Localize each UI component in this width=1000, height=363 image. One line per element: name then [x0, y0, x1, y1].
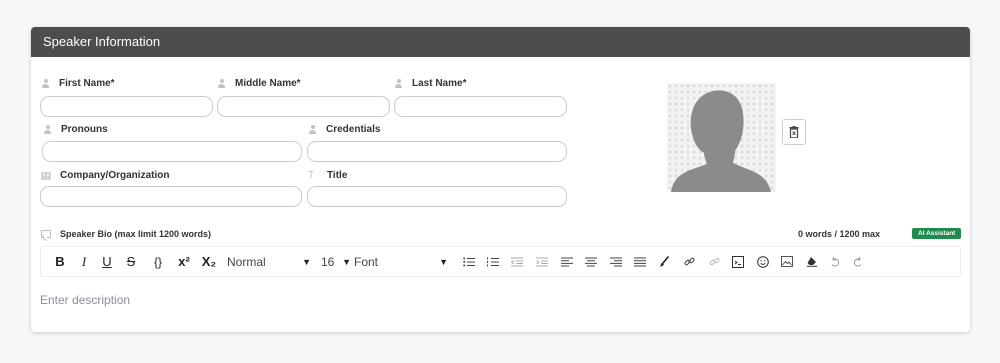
- image-icon: [781, 256, 793, 267]
- building-icon: [41, 171, 51, 180]
- first-name-label: First Name*: [41, 78, 115, 89]
- eraser-icon: [807, 257, 817, 267]
- numbered-list-icon: [487, 257, 499, 266]
- bullet-list-icon: [463, 257, 475, 266]
- brush-icon: [659, 256, 669, 267]
- card-header: Speaker Information: [31, 27, 970, 57]
- trash-icon: [789, 126, 799, 138]
- company-label: Company/Organization: [41, 170, 169, 181]
- caret-down-icon: ▼: [439, 256, 448, 267]
- person-icon: [217, 78, 226, 89]
- undo-button[interactable]: [828, 247, 842, 276]
- pronouns-input[interactable]: [42, 141, 302, 162]
- card-title: Speaker Information: [43, 34, 161, 49]
- chat-bubble-icon: [41, 230, 51, 238]
- align-right-button[interactable]: [609, 247, 623, 276]
- avatar-silhouette-icon: [671, 90, 771, 192]
- unlink-icon: [709, 257, 719, 266]
- title-input[interactable]: [307, 186, 567, 207]
- underline-button[interactable]: U: [101, 247, 113, 276]
- align-center-button[interactable]: [584, 247, 598, 276]
- italic-button[interactable]: I: [78, 247, 90, 276]
- subscript-button[interactable]: X₂: [200, 247, 218, 276]
- bio-editor[interactable]: Enter description: [40, 293, 130, 307]
- ai-assistant-button[interactable]: AI Assistant: [912, 228, 962, 239]
- insert-link-button[interactable]: [682, 247, 696, 276]
- align-justify-icon: [634, 257, 646, 266]
- undo-icon: [831, 256, 840, 267]
- align-justify-button[interactable]: [633, 247, 647, 276]
- text-t-icon: T: [308, 170, 315, 181]
- credentials-input[interactable]: [307, 141, 567, 162]
- person-icon: [308, 124, 317, 135]
- delete-photo-button[interactable]: [782, 119, 806, 145]
- code-block-icon: [732, 255, 744, 268]
- last-name-label: Last Name*: [394, 78, 466, 89]
- outdent-icon: [511, 257, 523, 266]
- align-left-button[interactable]: [560, 247, 574, 276]
- format-select[interactable]: Normal ▼: [227, 247, 311, 276]
- speaker-information-card: Speaker Information First Name* Middle N…: [31, 27, 970, 332]
- text-color-button[interactable]: [657, 247, 671, 276]
- word-count: 0 words / 1200 max: [798, 229, 881, 239]
- link-icon: [684, 257, 694, 266]
- redo-button[interactable]: [851, 247, 865, 276]
- outdent-button[interactable]: [510, 247, 524, 276]
- caret-down-icon: ▼: [342, 256, 351, 267]
- emoji-icon: [757, 255, 769, 268]
- numbered-list-button[interactable]: [486, 247, 500, 276]
- pronouns-label: Pronouns: [43, 124, 108, 135]
- first-name-input[interactable]: [40, 96, 213, 117]
- last-name-input[interactable]: [394, 96, 567, 117]
- align-left-icon: [561, 257, 573, 266]
- speaker-photo[interactable]: [667, 83, 776, 192]
- insert-image-button[interactable]: [780, 247, 794, 276]
- company-input[interactable]: [40, 186, 302, 207]
- middle-name-label: Middle Name*: [217, 78, 301, 89]
- font-family-select[interactable]: Font ▼: [354, 247, 448, 276]
- indent-icon: [536, 257, 548, 266]
- indent-button[interactable]: [535, 247, 549, 276]
- person-icon: [41, 78, 50, 89]
- superscript-button[interactable]: x²: [175, 247, 193, 276]
- person-icon: [394, 78, 403, 89]
- font-size-select[interactable]: 16 ▼: [321, 247, 351, 276]
- code-button[interactable]: {}: [151, 247, 165, 276]
- align-center-icon: [585, 257, 597, 266]
- person-icon: [43, 124, 52, 135]
- bullet-list-button[interactable]: [462, 247, 476, 276]
- bold-button[interactable]: B: [53, 247, 67, 276]
- rich-text-toolbar: B I U S {} x² X₂ Normal ▼ 16 ▼ Font ▼: [40, 246, 961, 277]
- credentials-label: Credentials: [308, 124, 380, 135]
- speaker-bio-label: Speaker Bio (max limit 1200 words): [41, 229, 211, 239]
- emoji-button[interactable]: [756, 247, 770, 276]
- strikethrough-button[interactable]: S: [124, 247, 138, 276]
- clear-format-button[interactable]: [805, 247, 819, 276]
- code-block-button[interactable]: [731, 247, 745, 276]
- middle-name-input[interactable]: [217, 96, 390, 117]
- redo-icon: [853, 256, 862, 267]
- align-right-icon: [610, 257, 622, 266]
- remove-link-button[interactable]: [707, 247, 721, 276]
- title-label: T Title: [308, 170, 348, 181]
- caret-down-icon: ▼: [302, 256, 311, 267]
